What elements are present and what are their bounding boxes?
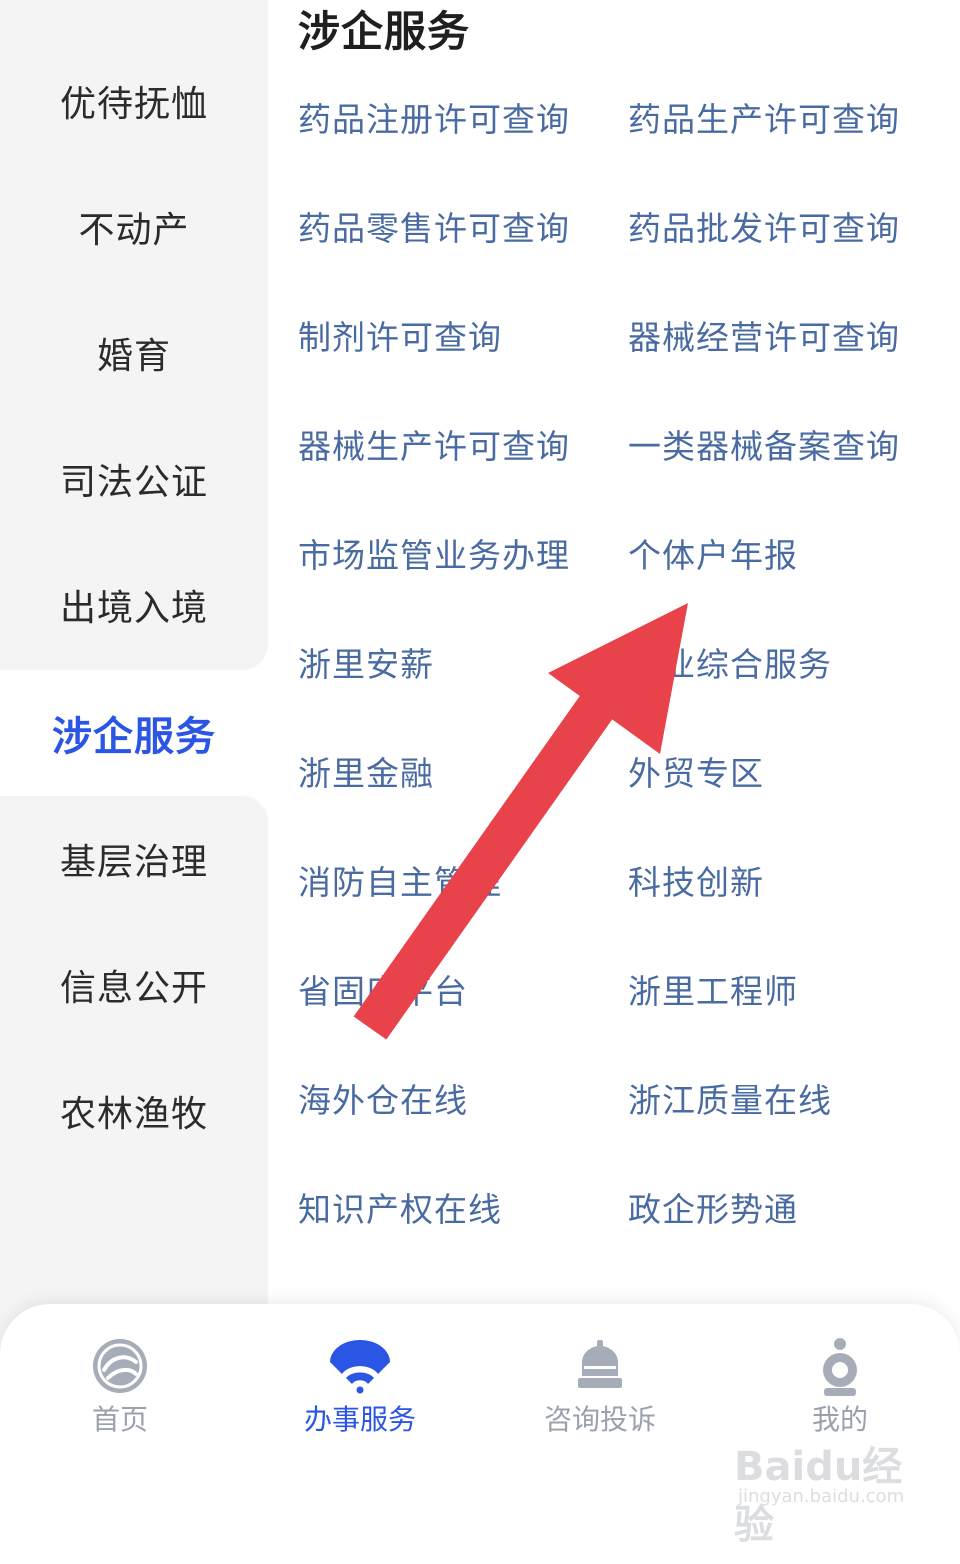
sidebar-item-real-estate[interactable]: 不动产 <box>0 164 268 290</box>
sidebar-item-preferential-care[interactable]: 优待抚恤 <box>0 38 268 164</box>
tab-consult-complaint[interactable]: 咨询投诉 <box>480 1334 720 1454</box>
tab-home-label: 首页 <box>91 1403 148 1436</box>
service-link[interactable]: 制剂许可查询 <box>298 308 502 368</box>
service-link[interactable]: 药品生产许可查询 <box>628 90 900 150</box>
service-link[interactable]: 一类器械备案查询 <box>628 417 900 477</box>
service-link[interactable]: 浙里工程师 <box>628 962 798 1022</box>
service-link[interactable]: 科技创新 <box>628 853 764 913</box>
service-link[interactable]: 浙里金融 <box>298 744 434 804</box>
watermark-subtext: jingyan.baidu.com <box>738 1486 905 1507</box>
service-link[interactable]: 企业综合服务 <box>628 635 832 695</box>
service-link[interactable]: 药品批发许可查询 <box>628 199 900 259</box>
tab-home[interactable]: 首页 <box>0 1334 240 1454</box>
service-link[interactable]: 海外仓在线 <box>298 1071 468 1131</box>
sidebar-item-judicial-notary[interactable]: 司法公证 <box>0 416 268 542</box>
section-title: 涉企服务 <box>298 7 471 56</box>
service-link[interactable]: 器械生产许可查询 <box>298 417 570 477</box>
sidebar-item-agriculture[interactable]: 农林渔牧 <box>0 1048 268 1174</box>
service-link[interactable]: 省固废平台 <box>298 962 468 1022</box>
service-link[interactable]: 药品注册许可查询 <box>298 90 570 150</box>
tab-services[interactable]: 办事服务 <box>240 1334 480 1454</box>
service-link[interactable]: 器械经营许可查询 <box>628 308 900 368</box>
tab-consult-label: 咨询投诉 <box>543 1403 656 1436</box>
sidebar-item-grassroots-governance[interactable]: 基层治理 <box>0 796 268 922</box>
sidebar-item-public-information[interactable]: 信息公开 <box>0 922 268 1048</box>
tab-services-label: 办事服务 <box>303 1403 416 1436</box>
service-link[interactable]: 浙江质量在线 <box>628 1071 832 1131</box>
sidebar-item-marriage-birth[interactable]: 婚育 <box>0 290 268 416</box>
fan-icon <box>330 1340 390 1394</box>
sidebar-item-exit-entry[interactable]: 出境入境 <box>0 542 268 668</box>
baidu-watermark: Baidu经验 jingyan.baidu.com <box>734 1434 934 1548</box>
service-link[interactable]: 外贸专区 <box>628 744 764 804</box>
service-link[interactable]: 知识产权在线 <box>298 1180 502 1240</box>
user-icon <box>823 1338 857 1396</box>
service-link[interactable]: 政企形势通 <box>628 1180 798 1240</box>
service-link[interactable]: 消防自主管理 <box>298 853 502 913</box>
home-logo-icon <box>93 1339 147 1393</box>
service-link-individual-annual-report[interactable]: 个体户年报 <box>628 526 798 586</box>
service-link[interactable]: 药品零售许可查询 <box>298 199 570 259</box>
service-link[interactable]: 市场监管业务办理 <box>298 526 570 586</box>
tab-mine-label: 我的 <box>811 1403 868 1436</box>
bell-icon <box>578 1340 622 1388</box>
service-link[interactable]: 浙里安薪 <box>298 635 434 695</box>
sidebar-item-enterprise-services[interactable]: 涉企服务 <box>0 670 268 796</box>
